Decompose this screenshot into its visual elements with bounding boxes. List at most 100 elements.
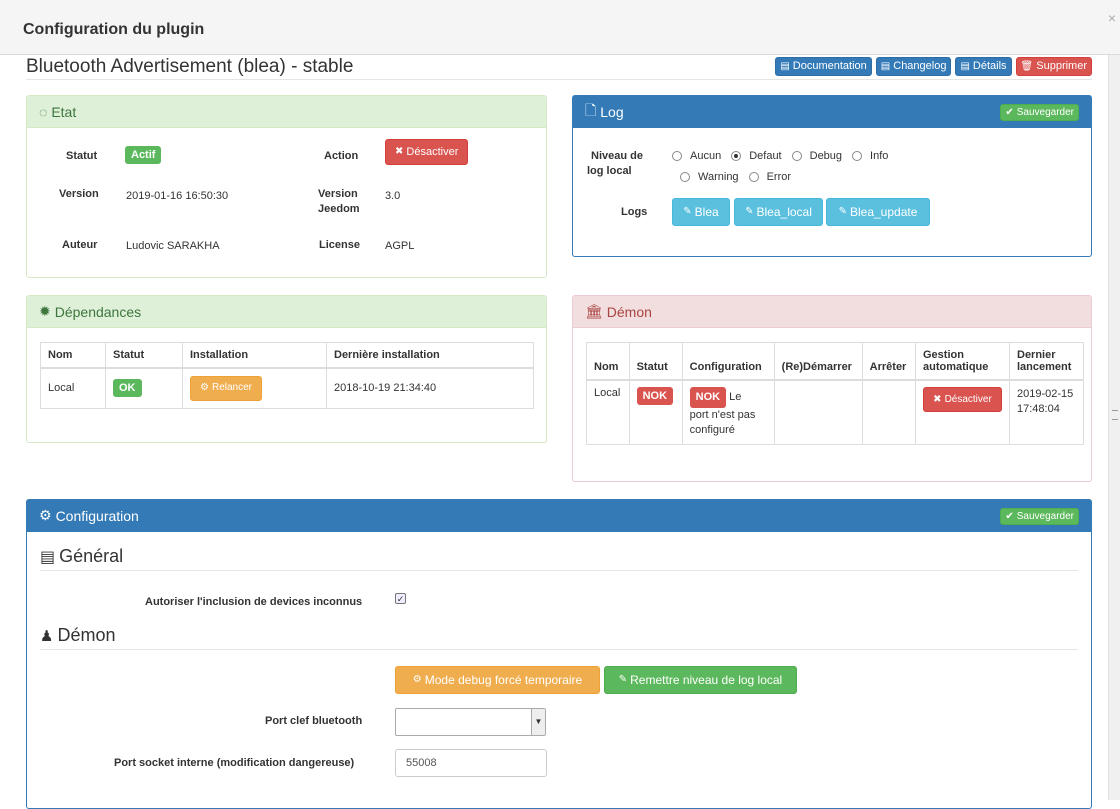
radio-info-circle — [852, 151, 863, 161]
etat-panel: ◌ Etat Statut Actif Action ✖ Désactiver V… — [26, 95, 547, 278]
author-value: Ludovic SARAKHA — [126, 240, 220, 252]
paperclip-icon: ✎ — [838, 206, 847, 217]
modal-title: Configuration du plugin — [23, 21, 205, 38]
paperclip-icon: ✎ — [745, 206, 754, 217]
log-save-label: Sauvegarder — [1016, 106, 1074, 118]
user-secret-icon: ♟ — [40, 627, 54, 645]
logs-label: Logs — [621, 206, 648, 218]
details-button[interactable]: ▤ Détails — [955, 57, 1012, 76]
documentation-button[interactable]: ▤ Documentation — [775, 57, 872, 76]
dependances-panel: ✹ Dépendances Nom Statut Installation De… — [26, 295, 547, 443]
include-devices-label: Autoriser l'inclusion de devices inconnu… — [145, 596, 363, 608]
row-redemarrer — [773, 379, 863, 445]
dernier-time: 17:48:04 — [1017, 403, 1060, 415]
radio-warning[interactable]: Warning — [680, 171, 739, 183]
col-derniere-installation: Dernière installation — [326, 342, 534, 369]
jeedom-label-line1: Version — [318, 188, 358, 200]
radio-aucun-label: Aucun — [690, 150, 722, 162]
log-blea-local-button[interactable]: ✎ Blea_local — [734, 198, 823, 226]
config-status-badge: NOK — [689, 387, 727, 408]
radio-info-label: Info — [870, 150, 889, 162]
author-label: Auteur — [62, 239, 98, 251]
radio-info[interactable]: Info — [852, 150, 888, 162]
config-save-button[interactable]: ✔ Sauvegarder — [1000, 508, 1079, 525]
plugin-title: Bluetooth Advertisement (blea) - stable — [26, 56, 354, 77]
log-blea-button[interactable]: ✎ Blea — [672, 198, 730, 226]
radio-defaut[interactable]: Defaut — [731, 150, 782, 162]
auto-management-deactivate-button[interactable]: ✖ Désactiver — [923, 387, 1002, 412]
check-circle-icon: ✔ — [1005, 510, 1014, 522]
delete-button[interactable]: 🗑 Supprimer — [1015, 57, 1092, 76]
jeedom-label-line2: Jeedom — [318, 203, 360, 215]
book-icon: ▤ — [960, 60, 970, 72]
debug-mode-button[interactable]: ⚙ Mode debug forcé temporaire — [395, 666, 600, 694]
radio-debug[interactable]: Debug — [791, 150, 843, 162]
include-devices-checkbox[interactable]: ✓ — [395, 593, 406, 604]
row-statut-cell: OK — [105, 367, 183, 409]
check-circle-icon: ✔ — [1005, 106, 1014, 118]
port-select[interactable]: ▼ — [395, 708, 546, 736]
reset-log-level-button[interactable]: ✎ Remettre niveau de log local — [604, 666, 797, 694]
socket-port-input[interactable]: 55008 — [395, 749, 547, 777]
gear-icon: ✹ — [39, 303, 51, 319]
col-statut: Statut — [105, 342, 183, 369]
dependances-title: Dépendances — [54, 303, 142, 320]
demon-table: Nom Statut Configuration (Re)Démarrer Ar… — [586, 342, 1084, 445]
row-nom: Local — [586, 379, 630, 445]
demon-section-title: ♟ Démon — [40, 625, 115, 646]
modal-header: Configuration du plugin × — [0, 0, 1120, 55]
col-nom: Nom — [586, 342, 630, 381]
configuration-heading: ⚙ Configuration ✔ Sauvegarder — [27, 500, 1091, 532]
list-alt-icon: ▤ — [40, 548, 56, 566]
demon-title: Démon — [606, 303, 652, 320]
col-installation: Installation — [182, 342, 327, 369]
demon-panel: 🏛 Démon Nom Statut Configuration (Re)Dém… — [572, 295, 1092, 482]
dependances-table: Nom Statut Installation Dernière install… — [40, 342, 534, 409]
level-label-line1: Niveau de — [591, 150, 643, 162]
scrollbar[interactable] — [1108, 55, 1120, 800]
status-badge: NOK — [636, 387, 674, 405]
relaunch-button[interactable]: ⚙ Relancer — [190, 375, 262, 401]
deactivate-button[interactable]: ✖ Désactiver — [385, 139, 469, 165]
general-section-title: ▤ Général — [40, 546, 123, 567]
book-icon: ▤ — [880, 60, 891, 72]
log-save-button[interactable]: ✔ Sauvegarder — [1000, 104, 1079, 121]
status-badge: Actif — [125, 146, 162, 164]
status-badge: OK — [113, 379, 142, 398]
general-divider — [40, 570, 1078, 571]
bicycle-icon: ⚙ — [200, 382, 209, 394]
version-label: Version — [59, 188, 99, 200]
radio-defaut-label: Defaut — [749, 150, 782, 162]
socket-label: Port socket interne (modification danger… — [114, 757, 355, 769]
row-nom: Local — [40, 367, 106, 409]
row-configuration-cell: NOK Le port n'est pas configuré — [681, 379, 775, 445]
changelog-label: Changelog — [893, 60, 947, 72]
radio-error[interactable]: Error — [748, 171, 791, 183]
log-blea-label: Blea — [694, 205, 719, 219]
radio-debug-circle — [791, 151, 802, 161]
delete-label: Supprimer — [1036, 60, 1087, 72]
scrollbar-grip[interactable] — [1112, 410, 1118, 420]
col-nom: Nom — [40, 342, 106, 369]
version-value: 2019-01-16 16:50:30 — [126, 190, 229, 202]
log-blea-update-button[interactable]: ✎ Blea_update — [826, 198, 930, 226]
configuration-title: Configuration — [55, 507, 139, 524]
close-icon: ✖ — [933, 393, 942, 405]
etat-heading: ◌ Etat — [27, 96, 546, 128]
radio-aucun[interactable]: Aucun — [672, 150, 721, 162]
radio-debug-label: Debug — [809, 150, 843, 162]
table-row: Local NOK NOK Le port n'est pas configur… — [586, 379, 1084, 445]
title-divider — [26, 79, 1092, 80]
row-gestion-cell: ✖ Désactiver — [915, 379, 1010, 445]
config-text-3: configuré — [689, 424, 735, 436]
port-label: Port clef bluetooth — [265, 715, 363, 727]
general-title-text: Général — [59, 546, 124, 566]
paperclip-icon: ✎ — [683, 206, 692, 217]
cogs-icon: ⚙ — [39, 507, 52, 523]
changelog-button[interactable]: ▤ Changelog — [875, 57, 952, 76]
documentation-label: Documentation — [792, 60, 867, 72]
log-level-row1: Aucun Defaut Debug Info — [672, 150, 898, 162]
config-text-2: port n'est pas — [689, 409, 756, 421]
license-label: License — [319, 239, 360, 251]
close-icon[interactable]: × — [1108, 10, 1116, 26]
